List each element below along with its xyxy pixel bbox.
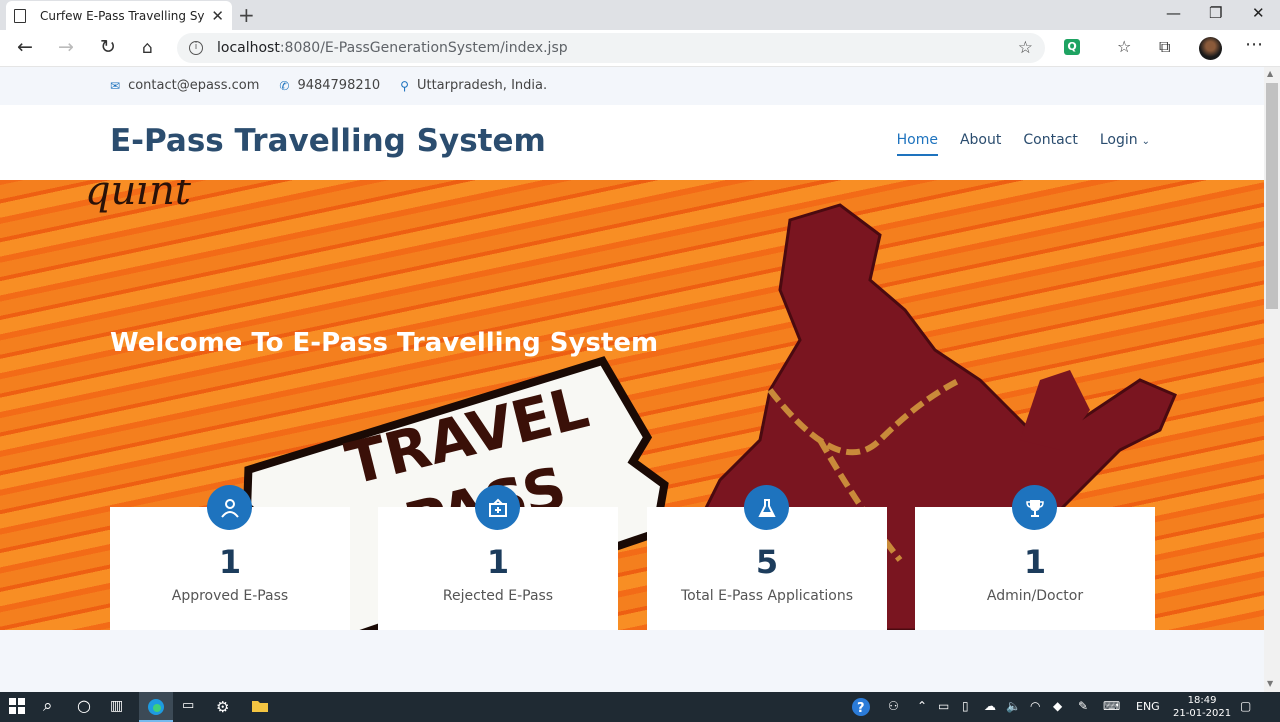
map-marker-icon: ⚲	[400, 78, 409, 93]
favorites-icon[interactable]: ☆	[1117, 37, 1131, 56]
more-menu-icon[interactable]: ⋯	[1245, 34, 1263, 55]
phone-icon: ✆	[279, 78, 290, 93]
info-icon[interactable]: i	[189, 41, 203, 55]
stat-value: 1	[1023, 543, 1047, 581]
stat-card-total: 5 Total E-Pass Applications	[647, 485, 887, 630]
back-button[interactable]: ←	[17, 36, 33, 58]
browser-toolbar: ← → ↻ ⌂ i localhost:8080/E-PassGeneratio…	[0, 30, 1280, 67]
help-icon[interactable]: ?	[851, 697, 871, 720]
page-scrollbar[interactable]: ▲ ▼	[1264, 67, 1280, 692]
stat-value: 1	[218, 543, 242, 581]
tab-title: Curfew E-Pass Travelling System	[40, 8, 205, 23]
contact-location: ⚲ Uttarpradesh, India.	[400, 78, 548, 93]
extension-q-icon[interactable]: Q	[1064, 39, 1080, 55]
contact-email: ✉ contact@epass.com	[110, 78, 260, 93]
stat-card-admin: 1 Admin/Doctor	[915, 485, 1155, 630]
terminal-icon[interactable]: ▭	[182, 698, 194, 713]
settings-gear-icon[interactable]: ⚙	[216, 698, 229, 716]
cloud-icon[interactable]: ☁	[984, 699, 996, 713]
browser-tabbar: Curfew E-Pass Travelling System ✕ + — ❐ …	[0, 0, 1280, 30]
favorite-star-icon[interactable]: ☆	[1018, 38, 1033, 58]
stat-label: Total E-Pass Applications	[681, 588, 853, 604]
battery-icon[interactable]: ▭	[938, 699, 949, 713]
wifi-icon[interactable]: ◠	[1030, 699, 1040, 713]
website: ✉ contact@epass.com ✆ 9484798210 ⚲ Uttar…	[0, 67, 1264, 692]
hero-headline: Welcome To E-Pass Travelling System	[110, 328, 659, 358]
stat-card-approved: 1 Approved E-Pass	[110, 485, 350, 630]
refresh-button[interactable]: ↻	[100, 36, 116, 58]
language-indicator[interactable]: ENG	[1136, 700, 1160, 713]
nav-contact[interactable]: Contact	[1023, 132, 1077, 156]
nav-about[interactable]: About	[960, 132, 1001, 156]
scroll-down-arrow-icon[interactable]: ▼	[1267, 679, 1273, 688]
page-icon	[14, 8, 26, 23]
cortana-icon[interactable]: ○	[77, 696, 91, 715]
maximize-button[interactable]: ❐	[1209, 4, 1222, 22]
forward-button[interactable]: →	[58, 36, 74, 58]
stat-value: 5	[755, 543, 779, 581]
hospital-icon	[475, 485, 520, 530]
contact-phone: ✆ 9484798210	[279, 78, 381, 93]
home-button[interactable]: ⌂	[142, 38, 153, 58]
url-text: localhost:8080/E-PassGenerationSystem/in…	[217, 40, 568, 56]
profile-avatar[interactable]	[1199, 37, 1222, 60]
people-icon[interactable]: ⚇	[888, 699, 899, 713]
chevron-up-icon[interactable]: ⌃	[917, 699, 927, 713]
stat-card-rejected: 1 Rejected E-Pass	[378, 485, 618, 630]
search-icon[interactable]: ⌕	[43, 696, 53, 716]
doctor-icon	[207, 485, 252, 530]
stat-label: Rejected E-Pass	[442, 588, 554, 604]
new-tab-button[interactable]: +	[238, 3, 255, 27]
device-icon[interactable]: ▯	[962, 699, 969, 713]
windows-taskbar: ⌕ ○ ▥ ▭ ⚙ ? ⚇ ⌃ ▭ ▯ ☁ 🔈 ◠ ◆ ✎ ⌨ ENG 18:4…	[0, 692, 1280, 722]
main-nav: Home About Contact Login ⌄	[875, 132, 1150, 156]
volume-icon[interactable]: 🔈	[1006, 699, 1021, 713]
collections-icon[interactable]: ⧉	[1159, 37, 1170, 57]
contact-topbar: ✉ contact@epass.com ✆ 9484798210 ⚲ Uttar…	[110, 78, 567, 93]
task-view-icon[interactable]: ▥	[110, 698, 123, 714]
scrollbar-thumb[interactable]	[1266, 83, 1278, 309]
address-bar[interactable]: i localhost:8080/E-PassGenerationSystem/…	[177, 33, 1045, 63]
notification-icon[interactable]: ▢	[1240, 699, 1251, 713]
windows-start-icon[interactable]	[9, 698, 25, 718]
nav-home[interactable]: Home	[896, 132, 938, 156]
system-clock[interactable]: 18:49 21-01-2021	[1173, 694, 1231, 720]
close-tab-icon[interactable]: ✕	[211, 7, 224, 25]
site-header: E-Pass Travelling System Home About Cont…	[0, 105, 1264, 180]
envelope-icon: ✉	[110, 78, 121, 93]
svg-text:?: ?	[857, 701, 865, 716]
file-explorer-icon[interactable]	[251, 698, 269, 718]
stat-label: Admin/Doctor	[986, 588, 1084, 604]
close-window-button[interactable]: ✕	[1252, 4, 1265, 22]
nav-login[interactable]: Login ⌄	[1100, 132, 1150, 156]
edge-browser-icon[interactable]	[147, 698, 165, 720]
clock-date: 21-01-2021	[1173, 708, 1232, 719]
flask-icon	[744, 485, 789, 530]
minimize-button[interactable]: —	[1166, 4, 1181, 22]
trophy-icon	[1012, 485, 1057, 530]
dropbox-icon[interactable]: ◆	[1053, 699, 1062, 713]
brand-logo-text[interactable]: E-Pass Travelling System	[110, 123, 546, 159]
chevron-down-icon: ⌄	[1141, 136, 1150, 147]
stat-value: 1	[486, 543, 510, 581]
pen-icon[interactable]: ✎	[1078, 699, 1088, 713]
scroll-up-arrow-icon[interactable]: ▲	[1267, 69, 1273, 78]
stat-label: Approved E-Pass	[171, 588, 289, 604]
clock-time: 18:49	[1187, 695, 1217, 706]
browser-tab[interactable]: Curfew E-Pass Travelling System ✕	[6, 1, 232, 30]
keyboard-icon[interactable]: ⌨	[1103, 699, 1120, 713]
stats-section: 1 Approved E-Pass 1 Rejected E-Pass 5 To…	[110, 485, 1155, 630]
